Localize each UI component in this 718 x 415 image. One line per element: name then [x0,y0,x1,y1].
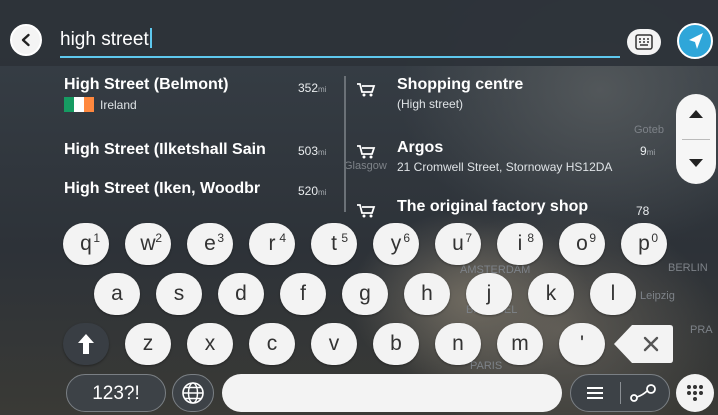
result-distance: 352mi [298,81,327,95]
key-x[interactable]: x [187,323,233,365]
key-h[interactable]: h [404,273,450,315]
key-w[interactable]: w2 [125,223,171,265]
result-item[interactable]: High Street (Belmont) Ireland [64,76,294,112]
result-item[interactable]: Shopping centre (High street) [397,76,667,111]
result-item[interactable]: The original factory shop [397,198,627,216]
map-label: BERLIN [668,262,708,274]
list-icon [585,385,605,406]
key-u[interactable]: u7 [435,223,481,265]
shopping-cart-icon [356,203,376,219]
result-subtitle: Ireland [100,98,137,112]
map-label: PRA [690,324,713,336]
navigation-button[interactable] [677,23,713,59]
more-options-button[interactable] [676,374,714,412]
result-item[interactable]: High Street (Ilketshall Sain [64,141,292,159]
shopping-cart-icon [356,144,376,160]
key-z[interactable]: z [125,323,171,365]
toggle-divider [620,382,621,404]
result-item[interactable]: High Street (Iken, Woodbr [64,180,290,198]
map-label: Glasgow [344,160,387,172]
result-distance: 9mi [640,144,656,158]
key-k[interactable]: k [528,273,574,315]
key-i[interactable]: i8 [497,223,543,265]
shopping-cart-icon [356,82,376,98]
key-v[interactable]: v [311,323,357,365]
result-subtitle: 21 Cromwell Street, Stornoway HS12DA [397,160,613,174]
result-title: Shopping centre [397,76,524,93]
result-distance: 78 [636,204,650,218]
backspace-key[interactable] [612,323,674,365]
search-query: high street [60,29,149,50]
map-label: Leipzig [640,290,675,302]
result-distance: 503mi [298,144,327,158]
map-label: Goteb [634,124,664,136]
result-title: High Street (Ilketshall Sain [64,141,266,158]
text-caret [149,28,152,48]
map-label: PARIS [470,360,503,372]
key-apostrophe[interactable]: ' [559,323,605,365]
list-map-toggle[interactable] [570,374,670,412]
key-c[interactable]: c [249,323,295,365]
key-d[interactable]: d [218,273,264,315]
key-s[interactable]: s [156,273,202,315]
results-scroll-control [676,94,716,184]
key-p[interactable]: p0 [621,223,667,265]
language-key[interactable] [172,374,214,412]
scroll-down-button[interactable] [676,139,716,184]
key-q[interactable]: q1 [63,223,109,265]
result-distance: 520mi [298,184,327,198]
key-l[interactable]: l [590,273,636,315]
space-key[interactable] [222,374,562,412]
result-title: High Street (Belmont) [64,76,229,93]
result-subtitle: (High street) [397,97,464,111]
keyboard-language-button[interactable] [627,29,661,55]
key-r[interactable]: r4 [249,223,295,265]
backspace-icon [612,325,674,369]
search-bar: high street [0,0,718,66]
result-title: The original factory shop [397,198,589,215]
key-f[interactable]: f [280,273,326,315]
back-button[interactable] [10,24,42,56]
ireland-flag-icon [64,97,94,112]
search-input[interactable]: high street [60,26,620,58]
scroll-up-button[interactable] [676,94,716,139]
key-t[interactable]: t5 [311,223,357,265]
key-e[interactable]: e3 [187,223,233,265]
results-divider [344,76,346,212]
key-m[interactable]: m [497,323,543,365]
numbers-symbols-key[interactable]: 123?! [66,374,166,412]
key-b[interactable]: b [373,323,419,365]
key-g[interactable]: g [342,273,388,315]
shift-key[interactable] [63,323,109,365]
result-item[interactable]: Argos 21 Cromwell Street, Stornoway HS12… [397,139,667,174]
key-y[interactable]: y6 [373,223,419,265]
key-n[interactable]: n [435,323,481,365]
result-title: Argos [397,139,444,156]
key-o[interactable]: o9 [559,223,605,265]
key-j[interactable]: j [466,273,512,315]
route-icon [629,383,659,408]
result-title: High Street (Iken, Woodbr [64,180,261,197]
key-a[interactable]: a [94,273,140,315]
